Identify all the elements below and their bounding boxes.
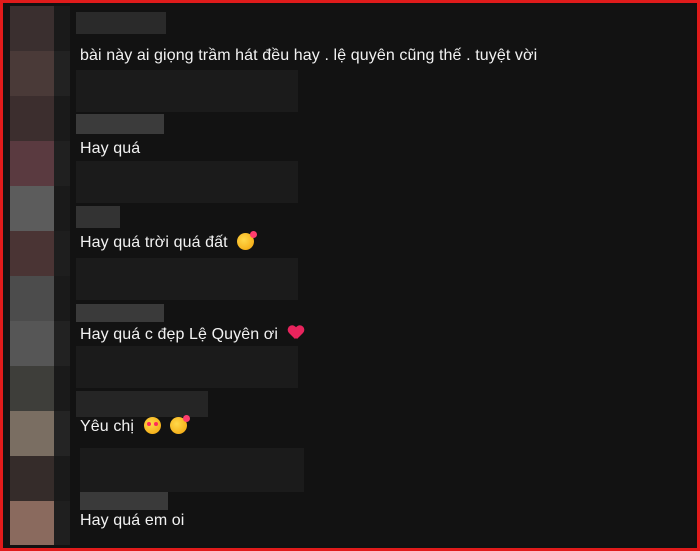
username-blurred — [76, 206, 120, 228]
metadata-blurred — [76, 70, 298, 112]
comment-body: Hay quá c đẹp Lệ Quyên ơi — [80, 326, 278, 343]
comment-body: Hay quá trời quá đất — [80, 234, 228, 251]
heart-icon — [288, 326, 304, 340]
metadata-blurred — [76, 161, 298, 203]
avatar[interactable] — [10, 501, 54, 545]
screenshot-frame: bài này ai giọng trầm hát đều hay . lệ q… — [0, 0, 700, 551]
username-blurred — [80, 492, 168, 510]
avatar[interactable] — [10, 6, 54, 51]
comment-text: bài này ai giọng trầm hát đều hay . lệ q… — [80, 46, 537, 66]
comment-body: bài này ai giọng trầm hát đều hay . lệ q… — [80, 47, 538, 64]
avatar[interactable] — [10, 321, 54, 366]
comment-body: Hay quá em oi — [80, 512, 185, 529]
avatar[interactable] — [10, 276, 54, 321]
avatar[interactable] — [10, 141, 54, 186]
comment-text: Hay quá em oi — [80, 511, 184, 531]
avatar[interactable] — [10, 366, 54, 411]
metadata-blurred — [76, 346, 298, 388]
avatar[interactable] — [10, 231, 54, 276]
avatar-column — [6, 6, 70, 545]
metadata-blurred — [76, 258, 298, 300]
heart-eyes-icon — [143, 417, 161, 434]
avatar[interactable] — [10, 456, 54, 501]
username-blurred — [76, 304, 164, 322]
username-blurred — [76, 12, 166, 34]
username-blurred — [76, 114, 164, 134]
comment-text: Yêu chị — [80, 415, 191, 437]
metadata-blurred — [80, 448, 304, 492]
comment-text: Hay quá trời quá đất — [80, 231, 258, 253]
avatar[interactable] — [10, 186, 54, 231]
username-blurred — [76, 391, 208, 417]
avatar[interactable] — [10, 96, 54, 141]
comment-body: Yêu chị — [80, 418, 135, 435]
avatar[interactable] — [10, 411, 54, 456]
comment-text: Hay quá — [80, 139, 140, 159]
smiling-face-with-hearts-icon — [170, 415, 191, 434]
comment-text: Hay quá c đẹp Lệ Quyên ơi — [80, 325, 304, 345]
smiling-face-with-hearts-icon — [237, 231, 258, 250]
comment-body: Hay quá — [80, 140, 141, 157]
comment-list[interactable]: bài này ai giọng trầm hát đều hay . lệ q… — [6, 6, 694, 545]
avatar[interactable] — [10, 51, 54, 96]
